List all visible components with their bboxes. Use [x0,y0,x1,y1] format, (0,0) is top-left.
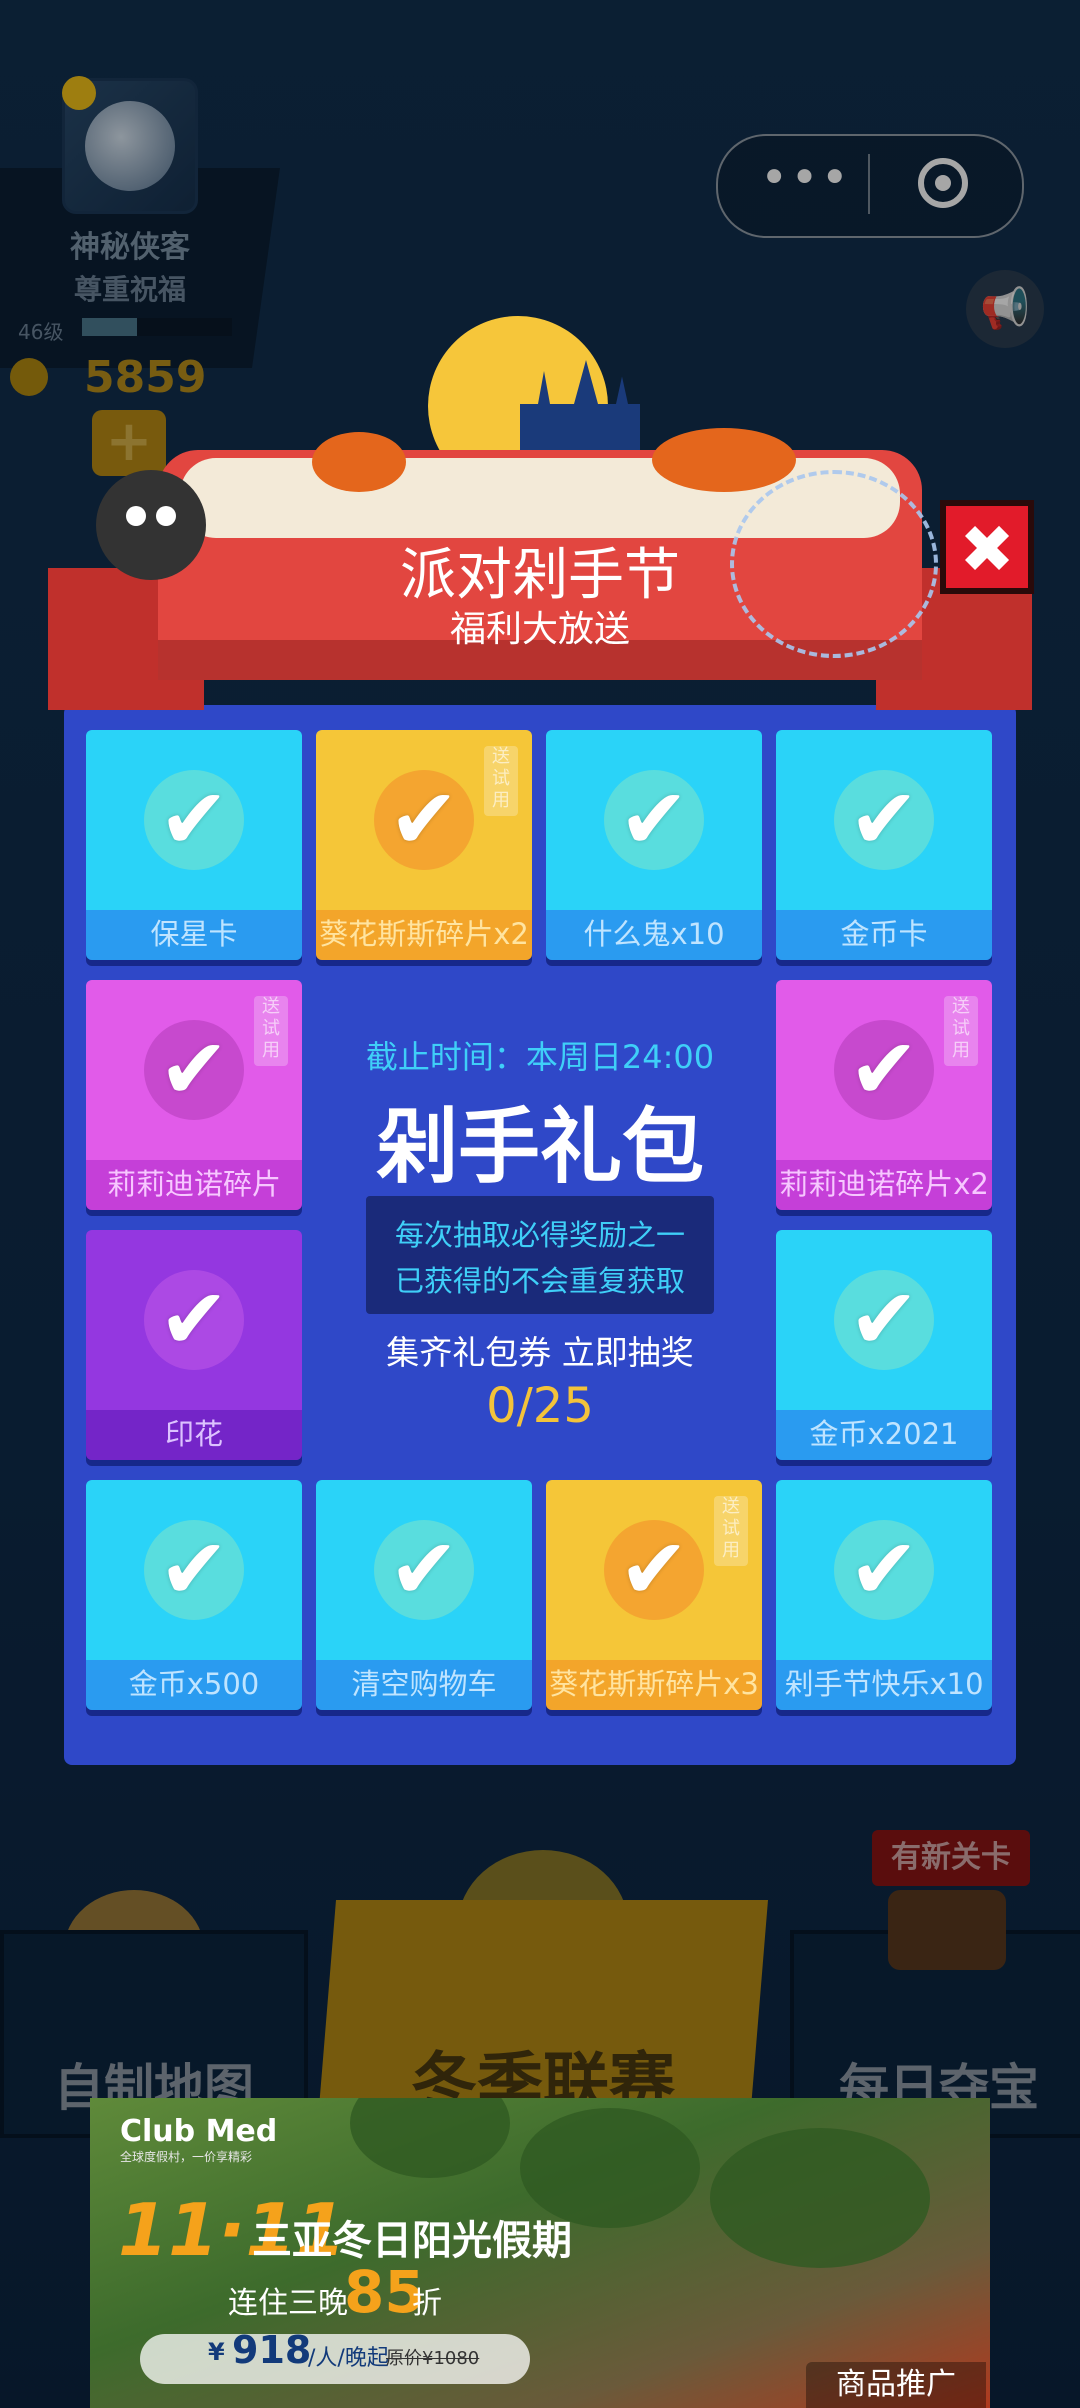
reward-tile[interactable]: 送试用 ✔ 莉莉迪诺碎片 [86,980,302,1210]
ad-price-unit: /人/晚起 [308,2346,389,2371]
rule-note-box: 每次抽取必得奖励之一 已获得的不会重复获取 [366,1196,714,1314]
reward-art: ✔ [86,1480,302,1660]
reward-label: 清空购物车 [316,1660,532,1710]
ad-logo: Club Med [120,2114,278,2149]
ad-tag[interactable]: 商品推广 [806,2362,986,2408]
trial-badge: 送试用 [714,1496,748,1566]
reward-tile[interactable]: 送试用 ✔ 葵花斯斯碎片x2 [316,730,532,960]
banner-title: 派对剁手节 [400,543,680,608]
deadline-text: 截止时间：本周日24:00 [365,1038,715,1076]
ad-deal-prefix: 连住三晚 [228,2286,348,2321]
reward-art: 送试用 ✔ [546,1480,762,1660]
close-button[interactable]: ✖ [940,500,1034,594]
rule-note-line2: 已获得的不会重复获取 [394,1264,685,1298]
ad-price: 918 [232,2328,312,2372]
reward-label: 印花 [86,1410,302,1460]
reward-art: 送试用 ✔ [776,980,992,1160]
reward-label: 什么鬼x10 [546,910,762,960]
reward-tile[interactable]: ✔ 清空购物车 [316,1480,532,1710]
reward-art: ✔ [546,730,762,910]
check-icon: ✔ [848,1520,920,1618]
trial-badge: 送试用 [944,996,978,1066]
reward-tile[interactable]: ✔ 印花 [86,1230,302,1460]
check-icon: ✔ [848,770,920,868]
reward-art: 送试用 ✔ [86,980,302,1160]
reward-label: 剁手节快乐x10 [776,1660,992,1710]
ad-deal-suffix: 折 [412,2286,442,2321]
check-icon: ✔ [158,1520,230,1618]
reward-art: ✔ [86,1230,302,1410]
collect-hint: 集齐礼包券 立即抽奖 [386,1333,694,1372]
pumpkin-icon [312,432,406,492]
banner-subtitle: 福利大放送 [449,609,630,650]
spider-icon [96,470,206,580]
reward-tile[interactable]: 送试用 ✔ 葵花斯斯碎片x3 [546,1480,762,1710]
check-icon: ✔ [848,1270,920,1368]
coupon-progress: 0/25 [486,1378,594,1434]
reward-tile[interactable]: ✔ 什么鬼x10 [546,730,762,960]
reward-label: 莉莉迪诺碎片x2 [776,1160,992,1210]
reward-tile[interactable]: ✔ 金币x2021 [776,1230,992,1460]
reward-label: 金币卡 [776,910,992,960]
ad-logo-sub: 全球度假村，一价享精彩 [120,2150,253,2164]
check-icon: ✔ [158,1270,230,1368]
check-icon: ✔ [388,1520,460,1618]
check-icon: ✔ [848,1020,920,1118]
reward-tile[interactable]: 送试用 ✔ 莉莉迪诺碎片x2 [776,980,992,1210]
trial-badge: 送试用 [254,996,288,1066]
reward-art: ✔ [776,1230,992,1410]
reward-tile[interactable]: ✔ 金币x500 [86,1480,302,1710]
ad-original-price: 原价¥1080 [386,2348,480,2369]
reward-label: 金币x2021 [776,1410,992,1460]
trial-badge: 送试用 [484,746,518,816]
gift-pack-title: 剁手礼包 [375,1100,704,1195]
reward-art: ✔ [316,1480,532,1660]
reward-tile[interactable]: ✔ 金币卡 [776,730,992,960]
reward-art: ✔ [86,730,302,910]
reward-label: 金币x500 [86,1660,302,1710]
rule-note-line1: 每次抽取必得奖励之一 [394,1218,685,1252]
reward-art: ✔ [776,1480,992,1660]
check-icon: ✔ [618,1520,690,1618]
check-icon: ✔ [158,1020,230,1118]
reward-tile[interactable]: ✔ 剁手节快乐x10 [776,1480,992,1710]
pumpkin-icon [652,428,796,492]
check-icon: ✔ [158,770,230,868]
reward-label: 保星卡 [86,910,302,960]
reward-label: 葵花斯斯碎片x3 [546,1660,762,1710]
reward-label: 莉莉迪诺碎片 [86,1160,302,1210]
ad-price-currency: ¥ [208,2338,225,2366]
reward-tile[interactable]: ✔ 保星卡 [86,730,302,960]
reward-label: 葵花斯斯碎片x2 [316,910,532,960]
check-icon: ✔ [388,770,460,868]
reward-art: ✔ [776,730,992,910]
check-icon: ✔ [618,770,690,868]
reward-art: 送试用 ✔ [316,730,532,910]
